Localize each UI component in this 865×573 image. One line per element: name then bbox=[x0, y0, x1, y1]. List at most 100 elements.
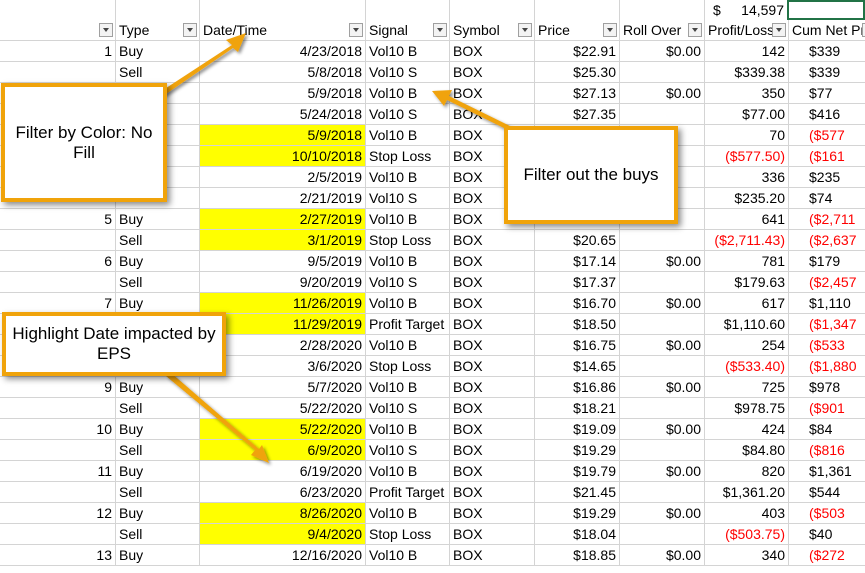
symbol-cell[interactable]: BOX bbox=[450, 503, 535, 524]
pl-cell[interactable]: ($577.50) bbox=[705, 146, 789, 167]
cum-cell[interactable]: ($503 bbox=[789, 503, 865, 524]
roll-cell[interactable] bbox=[620, 440, 705, 461]
pl-cell[interactable]: 725 bbox=[705, 377, 789, 398]
filter-dropdown-icon[interactable] bbox=[349, 23, 363, 37]
price-cell[interactable]: $19.79 bbox=[535, 461, 620, 482]
total-profit-cell[interactable]: $ 14,597 bbox=[705, 0, 789, 21]
trade-number-cell[interactable]: 6 bbox=[0, 251, 116, 272]
trade-number-cell[interactable] bbox=[0, 230, 116, 251]
price-cell[interactable]: $18.85 bbox=[535, 545, 620, 566]
signal-cell[interactable]: Profit Target bbox=[366, 314, 450, 335]
symbol-cell[interactable]: BOX bbox=[450, 251, 535, 272]
date-cell[interactable]: 4/23/2018 bbox=[200, 41, 366, 62]
symbol-cell[interactable]: BOX bbox=[450, 398, 535, 419]
date-cell[interactable]: 6/9/2020 bbox=[200, 440, 366, 461]
signal-cell[interactable]: Vol10 B bbox=[366, 545, 450, 566]
price-cell[interactable]: $20.65 bbox=[535, 230, 620, 251]
trade-number-cell[interactable]: 11 bbox=[0, 461, 116, 482]
signal-cell[interactable]: Vol10 B bbox=[366, 83, 450, 104]
price-cell[interactable]: $19.29 bbox=[535, 440, 620, 461]
roll-cell[interactable]: $0.00 bbox=[620, 419, 705, 440]
symbol-cell[interactable]: BOX bbox=[450, 83, 535, 104]
date-cell[interactable]: 5/24/2018 bbox=[200, 104, 366, 125]
date-cell[interactable]: 2/27/2019 bbox=[200, 209, 366, 230]
roll-cell[interactable] bbox=[620, 62, 705, 83]
date-cell[interactable]: 2/5/2019 bbox=[200, 167, 366, 188]
roll-cell[interactable]: $0.00 bbox=[620, 503, 705, 524]
roll-cell[interactable] bbox=[620, 230, 705, 251]
date-cell[interactable]: 10/10/2018 bbox=[200, 146, 366, 167]
trade-number-cell[interactable] bbox=[0, 398, 116, 419]
symbol-cell[interactable]: BOX bbox=[450, 293, 535, 314]
date-cell[interactable]: 12/16/2020 bbox=[200, 545, 366, 566]
type-cell[interactable]: Sell bbox=[116, 398, 200, 419]
price-cell[interactable]: $17.14 bbox=[535, 251, 620, 272]
symbol-cell[interactable]: BOX bbox=[450, 62, 535, 83]
roll-cell[interactable] bbox=[620, 524, 705, 545]
pl-cell[interactable]: 350 bbox=[705, 83, 789, 104]
signal-cell[interactable]: Vol10 B bbox=[366, 293, 450, 314]
trade-number-cell[interactable]: 9 bbox=[0, 377, 116, 398]
filter-dropdown-icon[interactable] bbox=[688, 23, 702, 37]
roll-cell[interactable] bbox=[620, 314, 705, 335]
date-cell[interactable]: 11/26/2019 bbox=[200, 293, 366, 314]
date-cell[interactable]: 6/23/2020 bbox=[200, 482, 366, 503]
date-cell[interactable]: 5/9/2018 bbox=[200, 125, 366, 146]
pl-cell[interactable]: $235.20 bbox=[705, 188, 789, 209]
pl-cell[interactable]: $77.00 bbox=[705, 104, 789, 125]
price-cell[interactable]: $21.45 bbox=[535, 482, 620, 503]
trade-number-cell[interactable]: 10 bbox=[0, 419, 116, 440]
symbol-cell[interactable]: BOX bbox=[450, 545, 535, 566]
price-cell[interactable]: $18.21 bbox=[535, 398, 620, 419]
date-cell[interactable]: 5/22/2020 bbox=[200, 419, 366, 440]
signal-cell[interactable]: Vol10 B bbox=[366, 377, 450, 398]
signal-cell[interactable]: Vol10 B bbox=[366, 251, 450, 272]
cum-cell[interactable]: $339 bbox=[789, 62, 865, 83]
pl-cell[interactable]: 424 bbox=[705, 419, 789, 440]
cum-cell[interactable]: $40 bbox=[789, 524, 865, 545]
cum-cell[interactable]: ($161 bbox=[789, 146, 865, 167]
pl-cell[interactable]: $1,110.60 bbox=[705, 314, 789, 335]
signal-cell[interactable]: Stop Loss bbox=[366, 146, 450, 167]
date-cell[interactable]: 9/4/2020 bbox=[200, 524, 366, 545]
type-cell[interactable]: Sell bbox=[116, 482, 200, 503]
date-cell[interactable]: 3/1/2019 bbox=[200, 230, 366, 251]
type-cell[interactable]: Buy bbox=[116, 251, 200, 272]
type-cell[interactable]: Buy bbox=[116, 293, 200, 314]
trade-number-cell[interactable]: 1 bbox=[0, 41, 116, 62]
signal-cell[interactable]: Profit Target bbox=[366, 482, 450, 503]
filter-dropdown-icon[interactable] bbox=[183, 23, 197, 37]
cum-cell[interactable]: ($2,711 bbox=[789, 209, 865, 230]
trade-number-cell[interactable]: 7 bbox=[0, 293, 116, 314]
type-cell[interactable]: Sell bbox=[116, 440, 200, 461]
symbol-cell[interactable]: BOX bbox=[450, 41, 535, 62]
cum-cell[interactable]: ($2,637 bbox=[789, 230, 865, 251]
pl-cell[interactable]: 403 bbox=[705, 503, 789, 524]
date-cell[interactable]: 5/8/2018 bbox=[200, 62, 366, 83]
trade-number-cell[interactable] bbox=[0, 62, 116, 83]
symbol-cell[interactable]: BOX bbox=[450, 482, 535, 503]
signal-cell[interactable]: Vol10 S bbox=[366, 62, 450, 83]
signal-cell[interactable]: Vol10 B bbox=[366, 419, 450, 440]
signal-cell[interactable]: Vol10 B bbox=[366, 461, 450, 482]
signal-cell[interactable]: Vol10 B bbox=[366, 335, 450, 356]
signal-cell[interactable]: Vol10 S bbox=[366, 272, 450, 293]
symbol-cell[interactable]: BOX bbox=[450, 419, 535, 440]
type-cell[interactable]: Sell bbox=[116, 272, 200, 293]
cum-cell[interactable]: ($533 bbox=[789, 335, 865, 356]
pl-cell[interactable]: $978.75 bbox=[705, 398, 789, 419]
price-cell[interactable]: $14.65 bbox=[535, 356, 620, 377]
price-cell[interactable]: $27.13 bbox=[535, 83, 620, 104]
signal-cell[interactable]: Vol10 S bbox=[366, 104, 450, 125]
cum-cell[interactable]: $74 bbox=[789, 188, 865, 209]
trade-number-cell[interactable] bbox=[0, 524, 116, 545]
symbol-cell[interactable]: BOX bbox=[450, 356, 535, 377]
type-cell[interactable]: Buy bbox=[116, 503, 200, 524]
signal-cell[interactable]: Stop Loss bbox=[366, 230, 450, 251]
cum-cell[interactable]: ($1,880 bbox=[789, 356, 865, 377]
price-cell[interactable]: $17.37 bbox=[535, 272, 620, 293]
date-cell[interactable]: 8/26/2020 bbox=[200, 503, 366, 524]
cum-cell[interactable]: $84 bbox=[789, 419, 865, 440]
cum-cell[interactable]: $1,110 bbox=[789, 293, 865, 314]
type-cell[interactable]: Sell bbox=[116, 62, 200, 83]
